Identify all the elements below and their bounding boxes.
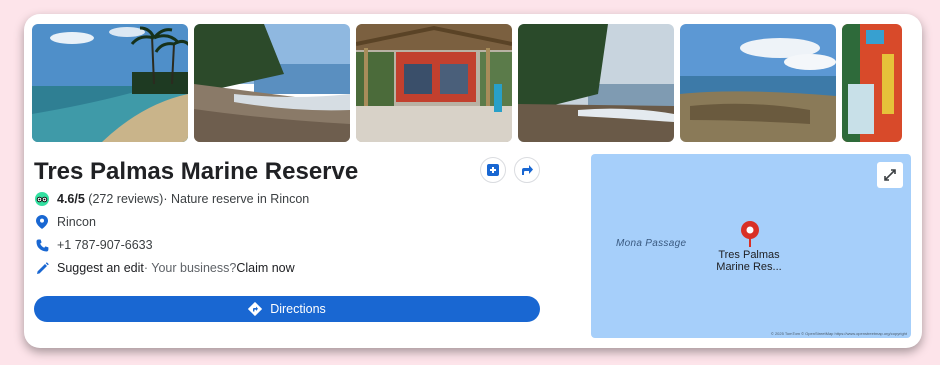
- rating-row: 4.6/5 (272 reviews) · Nature reserve in …: [34, 191, 309, 207]
- phone-icon: [34, 237, 50, 253]
- directions-icon: [248, 302, 263, 316]
- location-row: Rincon: [34, 214, 96, 230]
- map-pin-label: Tres Palmas Marine Res...: [716, 249, 782, 273]
- phone-number[interactable]: +1 787-907-6633: [57, 238, 153, 252]
- suggest-edit-link[interactable]: Suggest an edit: [57, 261, 144, 275]
- map-attribution: © 2025 TomTom © OpenStreetMap https://ww…: [770, 331, 907, 336]
- map-water-label: Mona Passage: [616, 238, 687, 249]
- save-to-list-button[interactable]: [480, 157, 506, 183]
- share-button[interactable]: [514, 157, 540, 183]
- share-icon: [522, 165, 533, 175]
- place-title: Tres Palmas Marine Reserve: [34, 158, 359, 185]
- map-preview[interactable]: Mona Passage Tres Palmas Marine Res... ©…: [591, 154, 911, 338]
- claim-now-link[interactable]: Claim now: [236, 261, 294, 275]
- phone-row: +1 787-907-6633: [34, 237, 153, 253]
- place-category: · Nature reserve in Rincon: [163, 192, 310, 206]
- tripadvisor-icon: [34, 191, 50, 207]
- photo-rocks-sea[interactable]: [680, 24, 836, 142]
- action-buttons: [480, 157, 540, 183]
- location-pin-icon: [34, 214, 50, 230]
- pencil-icon: [34, 260, 50, 276]
- business-prompt: · Your business?: [143, 261, 237, 275]
- expand-map-button[interactable]: [877, 162, 903, 188]
- expand-icon: [884, 169, 896, 181]
- add-to-list-icon: [487, 164, 499, 176]
- photo-strip[interactable]: [32, 24, 922, 142]
- photo-shoreline[interactable]: [518, 24, 674, 142]
- rating-value: 4.6/5: [57, 192, 85, 206]
- directions-button[interactable]: Directions: [34, 296, 540, 322]
- directions-label: Directions: [270, 302, 326, 316]
- photo-colorful-shop[interactable]: [842, 24, 902, 142]
- review-count-link[interactable]: (272 reviews): [88, 192, 163, 206]
- photo-beach-palms[interactable]: [32, 24, 188, 142]
- location-text[interactable]: Rincon: [57, 215, 96, 229]
- place-card: Tres Palmas Marine Reserve 4.6/5 (272 re…: [24, 14, 922, 348]
- photo-rocky-beach[interactable]: [194, 24, 350, 142]
- photo-beach-shack[interactable]: [356, 24, 512, 142]
- edit-row: Suggest an edit · Your business? Claim n…: [34, 260, 295, 276]
